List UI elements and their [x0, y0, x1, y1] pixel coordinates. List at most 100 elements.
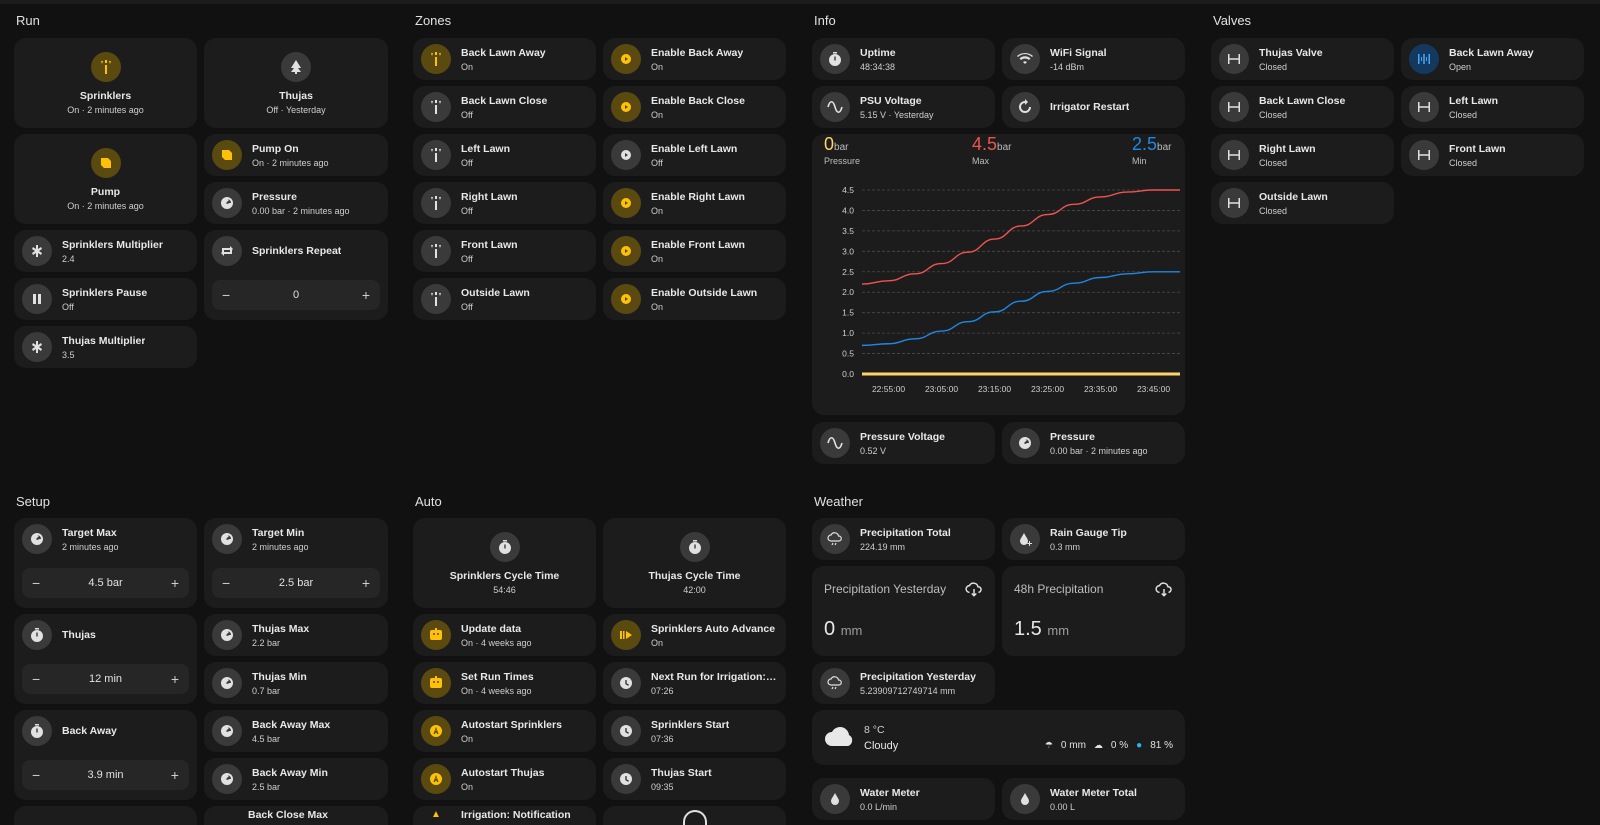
irrigation-notification-tile[interactable]: ▲ Irrigation: Notification	[413, 806, 596, 825]
stepper-value: 4.5 bar	[88, 577, 123, 589]
pause-icon	[22, 284, 52, 314]
tile-name: Update data	[461, 622, 522, 635]
repeat-icon	[212, 236, 242, 266]
sprinklers-card[interactable]: Sprinklers On · 2 minutes ago	[14, 38, 197, 128]
auto-tile-update_data[interactable]: Update data On · 4 weeks ago	[413, 614, 596, 656]
auto-tile-thujas_start[interactable]: Thujas Start 09:35	[603, 758, 786, 800]
auto-tile-sprinklers_start[interactable]: Sprinklers Start 07:36	[603, 710, 786, 752]
tile-name: Sprinklers Start	[651, 718, 730, 731]
pump-on-tile[interactable]: Pump On On · 2 minutes ago	[204, 134, 388, 176]
sprinklers-repeat-name: Sprinklers Repeat	[252, 245, 342, 257]
precip-yesterday-card[interactable]: Precipitation Yesterday 0 mm	[812, 566, 995, 656]
target-max-stepper[interactable]: − 4.5 bar +	[22, 568, 189, 598]
enable-zone-tile-1[interactable]: Enable Back Close On	[603, 86, 786, 128]
rain-gauge-name: Rain Gauge Tip	[1050, 526, 1127, 539]
zone-tile-5[interactable]: Outside Lawn Off	[413, 278, 596, 320]
pressure-chart-card[interactable]: 0bar Pressure 4.5bar Max 2.5bar Min 0.0 0.5 1.0 1…	[812, 134, 1185, 415]
info-pressure-state: 0.00 bar · 2 minutes ago	[1050, 445, 1148, 456]
weather-forecast-card[interactable]: 8 °C Cloudy ☂ 0 mm ☁ 0 % ● 81 %	[812, 710, 1185, 765]
wifi-tile[interactable]: WiFi Signal -14 dBm	[1002, 38, 1185, 80]
precip-yesterday-title: Precipitation Yesterday	[824, 582, 947, 596]
auto-tile-autostart_sprinklers[interactable]: Autostart Sprinklers On	[413, 710, 596, 752]
enable-zone-tile-4[interactable]: Enable Front Lawn On	[603, 230, 786, 272]
thujas-max-tile[interactable]: Thujas Max 2.2 bar	[204, 614, 388, 656]
sine-wave-icon	[820, 428, 850, 458]
pressure-chart: 0bar Pressure 4.5bar Max 2.5bar Min 0.0 0.5 1.0 1…	[824, 134, 1180, 394]
pump-card[interactable]: Pump On · 2 minutes ago	[14, 134, 197, 224]
decrement-button[interactable]: −	[222, 575, 230, 591]
rain-gauge-tile[interactable]: Rain Gauge Tip 0.3 mm	[1002, 518, 1185, 560]
auto-tile-next_run[interactable]: Next Run for Irrigation: Set... 07:26	[603, 662, 786, 704]
valve-tile-2[interactable]: Back Lawn Close Closed	[1211, 86, 1394, 128]
increment-button[interactable]: +	[171, 575, 179, 591]
decrement-button[interactable]: −	[32, 575, 40, 591]
decrement-button[interactable]: −	[222, 287, 230, 303]
valve-tile-3[interactable]: Left Lawn Closed	[1401, 86, 1584, 128]
target-min-state: 2 minutes ago	[252, 541, 309, 552]
valve-tile-0[interactable]: Thujas Valve Closed	[1211, 38, 1394, 80]
enable-zone-tile-0[interactable]: Enable Back Away On	[603, 38, 786, 80]
thujas-cycle-card[interactable]: Thujas Cycle Time 42:00	[603, 518, 786, 608]
thujas-max-name: Thujas Max	[252, 622, 310, 635]
partial-tile[interactable]	[14, 806, 197, 825]
water-meter-tile[interactable]: Water Meter 0.0 L/min	[812, 778, 995, 820]
back-away-max-tile[interactable]: Back Away Max 4.5 bar	[204, 710, 388, 752]
increment-button[interactable]: +	[362, 575, 370, 591]
auto-tile-set_run_times[interactable]: Set Run Times On · 4 weeks ago	[413, 662, 596, 704]
zone-tile-3[interactable]: Right Lawn Off	[413, 182, 596, 224]
precip-48h-card[interactable]: 48h Precipitation 1.5 mm	[1002, 566, 1185, 656]
decrement-button[interactable]: −	[32, 671, 40, 687]
tile-name: Enable Left Lawn	[651, 142, 738, 155]
auto-tile-autostart_thujas[interactable]: Autostart Thujas On	[413, 758, 596, 800]
sprinklers-repeat-stepper[interactable]: − 0 +	[212, 280, 380, 310]
cog-play-icon	[611, 236, 641, 266]
pressure-voltage-tile[interactable]: Pressure Voltage 0.52 V	[812, 422, 995, 464]
auto-tile-auto_advance[interactable]: Sprinklers Auto Advance On	[603, 614, 786, 656]
sprinklers-cycle-card[interactable]: Sprinklers Cycle Time 54:46	[413, 518, 596, 608]
thujas-setup-stepper[interactable]: − 12 min +	[22, 664, 189, 694]
valve-tile-5[interactable]: Front Lawn Closed	[1401, 134, 1584, 176]
rain-icon: ☂	[1044, 740, 1053, 750]
y-tick-label: 4.5	[842, 185, 854, 195]
enable-zone-tile-3[interactable]: Enable Right Lawn On	[603, 182, 786, 224]
back-close-max-tile[interactable]: Back Close Max	[204, 806, 388, 825]
zone-tile-2[interactable]: Left Lawn Off	[413, 134, 596, 176]
decrement-button[interactable]: −	[32, 767, 40, 783]
enable-zone-tile-2[interactable]: Enable Left Lawn Off	[603, 134, 786, 176]
valve-tile-4[interactable]: Right Lawn Closed	[1211, 134, 1394, 176]
target-min-stepper[interactable]: − 2.5 bar +	[212, 568, 380, 598]
section-valves: Valves	[1213, 13, 1252, 28]
back-away-min-tile[interactable]: Back Away Min 2.5 bar	[204, 758, 388, 800]
back-away-stepper[interactable]: − 3.9 min +	[22, 760, 189, 790]
uptime-tile[interactable]: Uptime 48:34:38	[812, 38, 995, 80]
psu-voltage-tile[interactable]: PSU Voltage 5.15 V · Yesterday	[812, 86, 995, 128]
tile-name: Sprinklers Auto Advance	[651, 622, 776, 635]
thujas-card[interactable]: Thujas Off · Yesterday	[204, 38, 388, 128]
zone-tile-1[interactable]: Back Lawn Close Off	[413, 86, 596, 128]
increment-button[interactable]: +	[171, 767, 179, 783]
valve-tile-6[interactable]: Outside Lawn Closed	[1211, 182, 1394, 224]
water-meter-total-tile[interactable]: Water Meter Total 0.00 L	[1002, 778, 1185, 820]
cog-play-icon	[611, 284, 641, 314]
info-pressure-tile[interactable]: Pressure 0.00 bar · 2 minutes ago	[1002, 422, 1185, 464]
precip-yesterday-tile[interactable]: Precipitation Yesterday 5.23909712749714 …	[812, 662, 995, 704]
timer-card-partial[interactable]	[603, 806, 786, 825]
increment-button[interactable]: +	[171, 671, 179, 687]
x-tick-label: 22:55:00	[872, 384, 905, 394]
uptime-state: 48:34:38	[860, 61, 896, 72]
increment-button[interactable]: +	[362, 287, 370, 303]
irrigator-restart-button[interactable]: Irrigator Restart	[1002, 86, 1185, 128]
precip-total-state: 224.19 mm	[860, 541, 906, 552]
enable-zone-tile-5[interactable]: Enable Outside Lawn On	[603, 278, 786, 320]
valve-tile-1[interactable]: Back Lawn Away Open	[1401, 38, 1584, 80]
precip-total-tile[interactable]: Precipitation Total 224.19 mm	[812, 518, 995, 560]
pressure-tile[interactable]: Pressure 0.00 bar · 2 minutes ago	[204, 182, 388, 224]
sprinklers-pause-tile[interactable]: Sprinklers Pause Off	[14, 278, 197, 320]
thujas-multiplier-tile[interactable]: Thujas Multiplier 3.5	[14, 326, 197, 368]
timer-icon	[22, 716, 52, 746]
zone-tile-4[interactable]: Front Lawn Off	[413, 230, 596, 272]
cloud-rain-icon	[820, 524, 850, 554]
thujas-min-tile[interactable]: Thujas Min 0.7 bar	[204, 662, 388, 704]
sprinklers-multiplier-tile[interactable]: Sprinklers Multiplier 2.4	[14, 230, 197, 272]
zone-tile-0[interactable]: Back Lawn Away On	[413, 38, 596, 80]
